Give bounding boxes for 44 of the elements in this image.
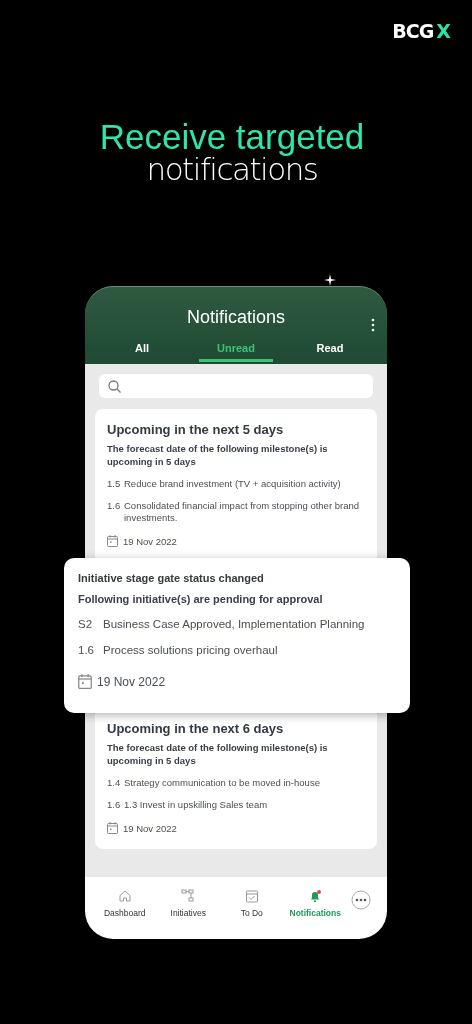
item-code: 1.4 <box>107 777 122 789</box>
item-code: 1.5 <box>107 478 122 490</box>
checklist-icon <box>244 889 259 903</box>
item-text: Process solutions pricing overhaul <box>103 643 278 657</box>
calendar-icon <box>107 535 118 547</box>
more-options-icon[interactable] <box>371 318 375 332</box>
more-icon[interactable] <box>351 890 371 910</box>
notification-title: Initiative stage gate status changed <box>78 572 265 584</box>
notification-popup[interactable]: Initiative stage gate status changed Following initiative(s) are pending for approval S2 Business Case Approved, Implementation Planning 1.6 Process solutions pricing overhaul 19 Nov 2022 <box>64 558 410 713</box>
hierarchy-icon <box>181 889 196 903</box>
calendar-icon <box>78 674 92 689</box>
nav-item[interactable]: Initiatives <box>156 889 220 918</box>
nav-item[interactable]: To Do <box>220 889 284 918</box>
nav-item[interactable]: Dashboard <box>93 889 157 918</box>
screen-title: Notifications <box>186 307 285 328</box>
search-field[interactable] <box>99 374 373 398</box>
notification-message: The forecast date of the following milestone(s) is upcoming in 5 days <box>107 741 329 767</box>
notification-message: The forecast date of the following milestone(s) is upcoming in 5 days <box>107 442 329 468</box>
notification-message: Following initiative(s) are pending for approval <box>78 593 324 605</box>
notification-date: 19 Nov 2022 <box>123 535 177 547</box>
brand-logo: BCG X <box>392 20 450 40</box>
item-code: S2 <box>78 617 94 631</box>
notification-card[interactable]: Upcoming in the next 6 days The forecast date of the following milestone(s) is upcoming in 5 days 1.4 Strategy communication to be moved in-house 1.6 1.3 Invest in upskilling Sales team 19 Nov 2022 <box>95 713 377 849</box>
sparkle-icon <box>324 274 336 286</box>
nav-item[interactable]: Notifications <box>283 889 347 918</box>
home-icon <box>117 889 132 903</box>
item-code: 1.6 <box>107 500 122 513</box>
bell-icon <box>308 889 323 903</box>
item-code: 1.6 <box>78 643 95 657</box>
item-text: Reduce brand investment (TV + acquisition activity) <box>124 478 341 490</box>
item-code: 1.6 <box>107 799 122 811</box>
tab[interactable]: All <box>105 338 179 362</box>
notification-title: Upcoming in the next 6 days <box>107 721 285 736</box>
notification-card[interactable] <box>95 409 377 558</box>
notification-date: 19 Nov 2022 <box>123 822 177 834</box>
tab[interactable]: Read <box>293 338 367 362</box>
item-text: Consolidated financial impact from stopping other brand investments. <box>124 500 360 524</box>
notification-date: 19 Nov 2022 <box>97 674 166 689</box>
calendar-icon <box>107 822 118 834</box>
item-text: Strategy communication to be moved in-house <box>124 777 320 789</box>
item-text: 1.3 Invest in upskilling Sales team <box>124 799 268 811</box>
search-icon <box>108 379 121 393</box>
notification-title: Upcoming in the next 5 days <box>107 422 285 437</box>
item-text: Business Case Approved, Implementation Planning <box>103 617 365 631</box>
